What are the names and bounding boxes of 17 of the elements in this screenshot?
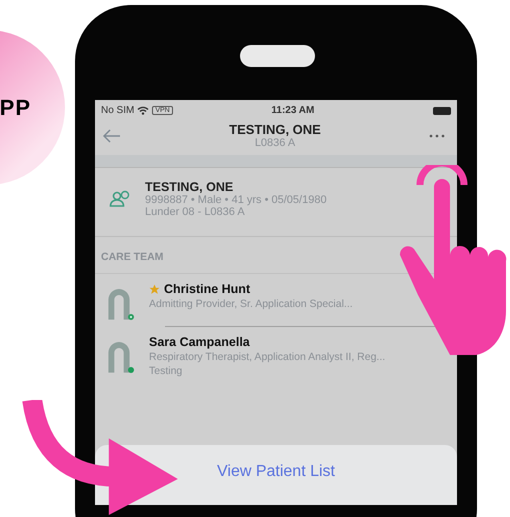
carrier-text: No SIM bbox=[101, 105, 134, 116]
member-name[interactable]: Christine Hunt bbox=[164, 282, 250, 296]
logo-letters: PP bbox=[0, 94, 31, 120]
header-title: TESTING, ONE bbox=[229, 122, 321, 137]
patient-details: 9998887 • Male • 41 yrs • 05/05/1980 bbox=[145, 194, 327, 206]
more-icon[interactable] bbox=[429, 134, 445, 138]
patient-location: Lunder 08 - L0836 A bbox=[145, 206, 246, 218]
member-note: Testing bbox=[149, 365, 184, 377]
member-role: Respiratory Therapist, Application Analyst II, Reg... bbox=[149, 351, 386, 363]
patient-icon bbox=[109, 190, 131, 208]
header-subtitle: L0836 A bbox=[254, 137, 296, 149]
member-name[interactable]: Sara Campanella bbox=[149, 335, 250, 349]
patient-name: TESTING, ONE bbox=[145, 180, 234, 194]
battery-icon bbox=[432, 106, 451, 114]
member-role: Admitting Provider, Sr. Application Special... bbox=[149, 298, 353, 310]
status-time: 11:23 AM bbox=[271, 105, 314, 116]
wifi-icon bbox=[137, 106, 150, 115]
